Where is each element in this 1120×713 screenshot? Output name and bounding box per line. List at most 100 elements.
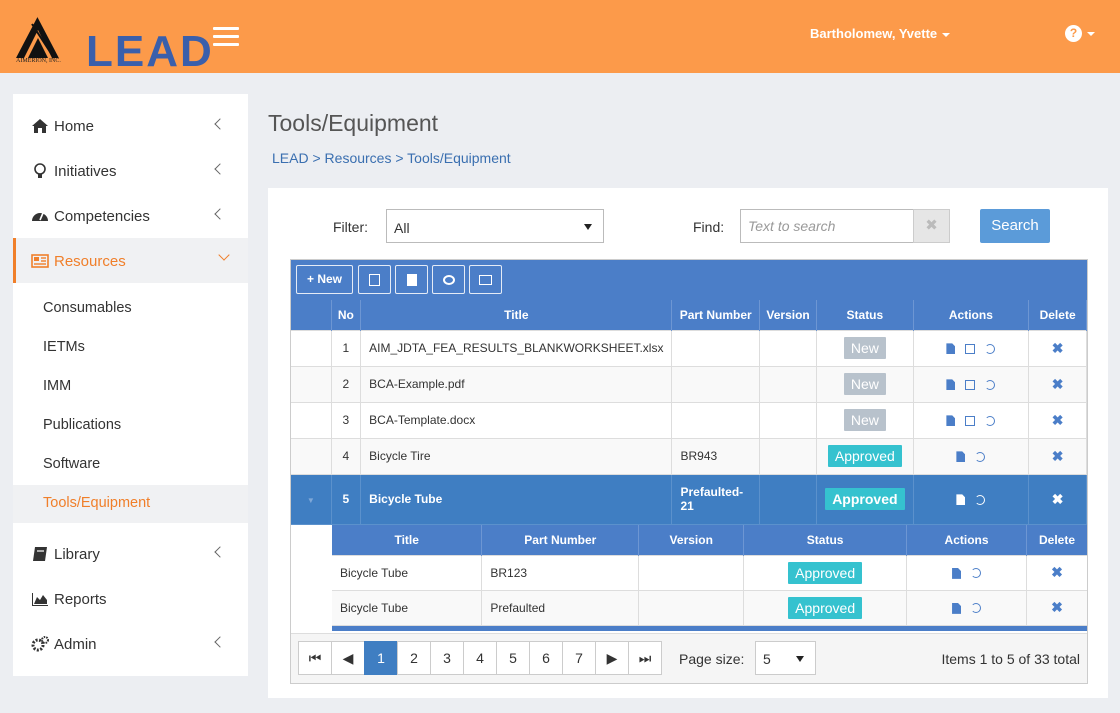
page-size-value: 5 [763,651,771,667]
expand-cell[interactable] [291,329,332,367]
document-button[interactable] [395,265,428,294]
document-icon[interactable] [956,451,966,463]
delete-icon[interactable]: ✖ [1052,491,1064,507]
detail-row[interactable]: Bicycle Tube Prefaulted Approved ✖ [332,589,1087,626]
chevron-left-icon [214,118,226,130]
delete-icon[interactable]: ✖ [1052,448,1064,464]
columns-button[interactable] [469,265,502,294]
column-header[interactable]: Title [360,300,673,330]
new-button[interactable]: + New [296,265,353,294]
sidebar-subitem-software[interactable]: Software [13,446,248,484]
delete-icon[interactable]: ✖ [1052,340,1064,356]
column-header[interactable]: No [331,300,362,330]
sidebar-item-resources[interactable]: Resources [13,238,248,283]
history-icon[interactable] [975,451,986,462]
history-icon[interactable] [975,494,986,505]
expand-cell[interactable]: ▼ [291,473,332,525]
delete-cell: ✖ [1028,365,1087,403]
breadcrumb-tools-equipment[interactable]: Tools/Equipment [407,150,511,166]
column-header[interactable]: Status [816,300,914,330]
sidebar-item-home[interactable]: Home [13,103,248,148]
page-button[interactable]: 2 [397,641,431,675]
next-page-button[interactable]: ▶ [595,641,629,675]
expand-cell[interactable] [291,401,332,439]
filter-value: All [394,220,410,236]
document-icon[interactable] [952,602,962,614]
menu-toggle-icon[interactable] [213,27,239,47]
column-header[interactable]: Version [638,525,745,555]
sidebar-subitem-publications[interactable]: Publications [13,407,248,445]
table-row[interactable]: 2 BCA-Example.pdf New ✖ [291,365,1087,403]
row-version [759,365,818,403]
delete-icon[interactable]: ✖ [1051,599,1063,615]
page-button[interactable]: 7 [562,641,596,675]
sidebar-subitem-tools-equipment[interactable]: Tools/Equipment [13,485,248,523]
sidebar-item-admin[interactable]: Admin [13,621,248,666]
page-button[interactable]: 5 [496,641,530,675]
detail-row[interactable]: Bicycle Tube BR123 Approved ✖ [332,554,1087,591]
page-button[interactable]: 1 [364,641,398,675]
edit-icon[interactable] [965,343,976,354]
column-header[interactable]: Part Number [481,525,640,555]
column-header[interactable]: Title [332,525,483,555]
status-cell: New [816,329,914,367]
search-button[interactable]: Search [980,209,1050,243]
history-icon[interactable] [971,603,982,614]
delete-icon[interactable]: ✖ [1052,376,1064,392]
collapse-icon[interactable]: ▼ [307,496,315,505]
table-row-selected[interactable]: ▼ 5 Bicycle Tube Prefaulted-21 Approved … [291,473,1087,525]
delete-icon[interactable]: ✖ [1051,564,1063,580]
edit-icon[interactable] [965,379,976,390]
document-icon[interactable] [946,415,956,427]
page-size-dropdown[interactable]: 5 [755,641,816,675]
clear-search-button[interactable]: ✖ [913,209,950,243]
sidebar-subitem-ietms[interactable]: IETMs [13,329,248,367]
copy-icon [369,273,380,286]
history-icon[interactable] [971,568,982,579]
page-button[interactable]: 4 [463,641,497,675]
expand-cell[interactable] [291,365,332,403]
delete-icon[interactable]: ✖ [1052,412,1064,428]
document-icon[interactable] [956,494,966,506]
history-icon[interactable] [985,379,996,390]
search-input[interactable] [740,209,914,243]
sidebar-subitem-imm[interactable]: IMM [13,368,248,406]
actions-cell [906,554,1027,591]
filter-dropdown[interactable]: All [386,209,604,243]
row-number: 4 [331,437,362,475]
user-menu[interactable]: Bartholomew, Yvette [810,26,951,41]
row-part-number [671,365,760,403]
table-row[interactable]: 1 AIM_JDTA_FEA_RESULTS_BLANKWORKSHEET.xl… [291,329,1087,367]
sidebar-item-reports[interactable]: Reports [13,576,248,621]
page-button[interactable]: 6 [529,641,563,675]
column-header[interactable]: Status [743,525,908,555]
document-icon[interactable] [952,567,962,579]
page-button[interactable]: 3 [430,641,464,675]
expand-cell[interactable] [291,437,332,475]
sidebar-item-competencies[interactable]: Competencies [13,193,248,238]
refresh-icon [442,274,455,285]
lead-logo[interactable]: LEAD AIMERION, INC. [14,14,212,74]
chevron-left-icon [214,163,226,175]
breadcrumb-lead[interactable]: LEAD [272,150,309,166]
first-page-button[interactable]: ⏮ [298,641,332,675]
history-icon[interactable] [985,343,996,354]
copy-button[interactable] [358,265,391,294]
prev-page-button[interactable]: ◀ [331,641,365,675]
help-menu[interactable]: ? [1065,25,1095,43]
sidebar-item-initiatives[interactable]: Initiatives [13,148,248,193]
document-icon[interactable] [946,379,956,391]
breadcrumb-resources[interactable]: Resources [325,150,392,166]
table-row[interactable]: 4 Bicycle Tire BR943 Approved ✖ [291,437,1087,475]
column-header[interactable]: Part Number [671,300,760,330]
edit-icon[interactable] [965,415,976,426]
sidebar-item-library[interactable]: Library [13,531,248,576]
history-icon[interactable] [985,415,996,426]
last-page-button[interactable]: ⏭ [628,641,662,675]
table-row[interactable]: 3 BCA-Template.docx New ✖ [291,401,1087,439]
document-icon[interactable] [946,343,956,355]
subitem-label: IETMs [43,339,85,355]
sidebar-subitem-consumables[interactable]: Consumables [13,290,248,328]
column-header[interactable]: Version [759,300,818,330]
refresh-button[interactable] [432,265,465,294]
